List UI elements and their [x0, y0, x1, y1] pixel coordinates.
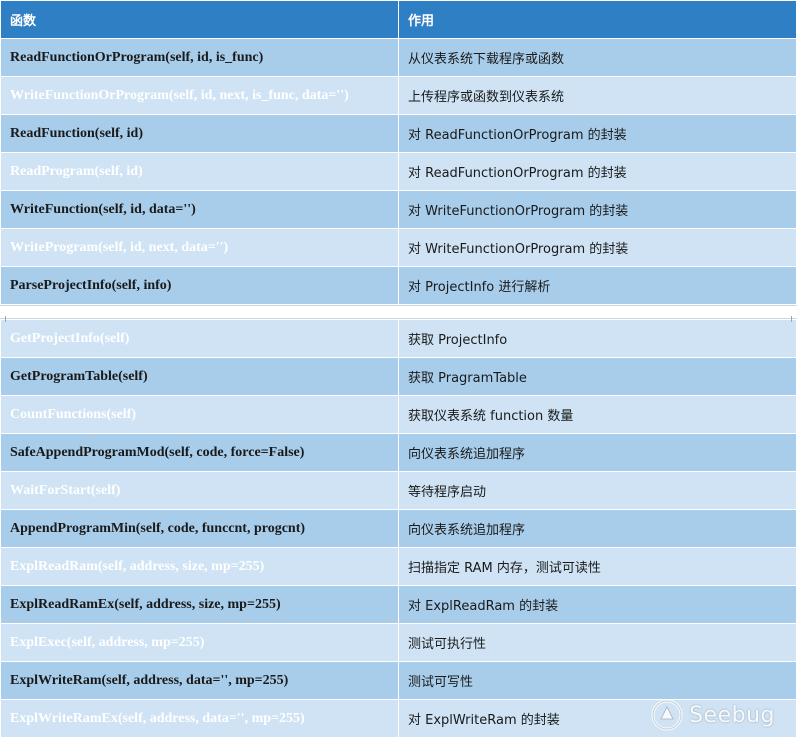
table-row: WaitForStart(self) 等待程序启动 [0, 471, 797, 510]
break-mark-right [791, 316, 792, 322]
function-signature-cell: ReadFunction(self, id) [0, 114, 399, 153]
table-row: GetProgramTable(self) 获取 PragramTable [0, 357, 797, 396]
table-row: ParseProjectInfo(self, info) 对 ProjectInf… [0, 266, 797, 305]
table-row: GetProjectInfo(self) 获取 ProjectInfo [0, 319, 797, 358]
function-description-cell: 从仪表系统下载程序或函数 [398, 38, 797, 77]
function-description-cell: 等待程序启动 [398, 471, 797, 510]
watermark-text: Seebug [689, 702, 775, 728]
function-signature-cell: CountFunctions(self) [0, 395, 399, 434]
table-row: ExplReadRam(self, address, size, mp=255)… [0, 547, 797, 586]
header-function: 函数 [0, 0, 399, 39]
functions-table-part-1: 函数 作用 ReadFunctionOrProgram(self, id, is… [0, 0, 797, 305]
function-description-cell: 对 ProjectInfo 进行解析 [398, 266, 797, 305]
function-description-cell: 对 WriteFunctionOrProgram 的封装 [398, 228, 797, 267]
function-description-cell: 扫描指定 RAM 内存，测试可读性 [398, 547, 797, 586]
table-row: WriteFunctionOrProgram(self, id, next, i… [0, 76, 797, 115]
function-description-cell: 向仪表系统追加程序 [398, 509, 797, 548]
function-description-cell: 获取仪表系统 function 数量 [398, 395, 797, 434]
function-signature-cell: ParseProjectInfo(self, info) [0, 266, 399, 305]
function-description-cell: 对 ReadFunctionOrProgram 的封装 [398, 114, 797, 153]
function-description-cell: 对 ExplReadRam 的封装 [398, 585, 797, 624]
function-description-cell: 向仪表系统追加程序 [398, 433, 797, 472]
function-description-cell: 上传程序或函数到仪表系统 [398, 76, 797, 115]
function-signature-cell: ExplWriteRam(self, address, data='', mp=… [0, 661, 399, 700]
function-description-cell: 获取 ProjectInfo [398, 319, 797, 358]
function-description-cell: 测试可执行性 [398, 623, 797, 662]
function-signature-cell: ReadFunctionOrProgram(self, id, is_func) [0, 38, 399, 77]
table-row: WriteFunction(self, id, data='') 对 WriteF… [0, 190, 797, 229]
table-row: WriteProgram(self, id, next, data='') 对 W… [0, 228, 797, 267]
table-row: SafeAppendProgramMod(self, code, force=F… [0, 433, 797, 472]
function-description-cell: 对 ReadFunctionOrProgram 的封装 [398, 152, 797, 191]
function-signature-cell: GetProjectInfo(self) [0, 319, 399, 358]
function-signature-cell: GetProgramTable(self) [0, 357, 399, 396]
seebug-logo-icon [651, 699, 683, 731]
table-row: ReadFunction(self, id) 对 ReadFunctionOrPr… [0, 114, 797, 153]
function-signature-cell: ExplWriteRamEx(self, address, data='', m… [0, 699, 399, 738]
table-row: ReadFunctionOrProgram(self, id, is_func)… [0, 38, 797, 77]
function-signature-cell: WriteFunctionOrProgram(self, id, next, i… [0, 76, 399, 115]
function-signature-cell: SafeAppendProgramMod(self, code, force=F… [0, 433, 399, 472]
table-row: CountFunctions(self) 获取仪表系统 function 数量 [0, 395, 797, 434]
table-page-break [0, 305, 797, 322]
table-row: ExplWriteRam(self, address, data='', mp=… [0, 661, 797, 700]
function-signature-cell: AppendProgramMin(self, code, funccnt, pr… [0, 509, 399, 548]
function-signature-cell: ExplReadRam(self, address, size, mp=255) [0, 547, 399, 586]
table-row: ReadProgram(self, id) 对 ReadFunctionOrPro… [0, 152, 797, 191]
function-signature-cell: ReadProgram(self, id) [0, 152, 399, 191]
function-description-cell: 测试可写性 [398, 661, 797, 700]
function-description-cell: 获取 PragramTable [398, 357, 797, 396]
header-purpose: 作用 [398, 0, 797, 39]
function-signature-cell: ExplReadRamEx(self, address, size, mp=25… [0, 585, 399, 624]
function-signature-cell: ExplExec(self, address, mp=255) [0, 623, 399, 662]
function-signature-cell: WriteProgram(self, id, next, data='') [0, 228, 399, 267]
table-row: AppendProgramMin(self, code, funccnt, pr… [0, 509, 797, 548]
function-signature-cell: WaitForStart(self) [0, 471, 399, 510]
functions-table-part-2: GetProjectInfo(self) 获取 ProjectInfo GetPro… [0, 319, 797, 738]
break-mark-left [5, 316, 6, 322]
page: 函数 作用 ReadFunctionOrProgram(self, id, is… [0, 0, 797, 741]
function-signature-cell: WriteFunction(self, id, data='') [0, 190, 399, 229]
table-row: ExplExec(self, address, mp=255) 测试可执行性 [0, 623, 797, 662]
seebug-watermark: Seebug [651, 699, 775, 731]
function-description-cell: 对 WriteFunctionOrProgram 的封装 [398, 190, 797, 229]
table-row: ExplReadRamEx(self, address, size, mp=25… [0, 585, 797, 624]
table-header-row: 函数 作用 [0, 0, 797, 39]
